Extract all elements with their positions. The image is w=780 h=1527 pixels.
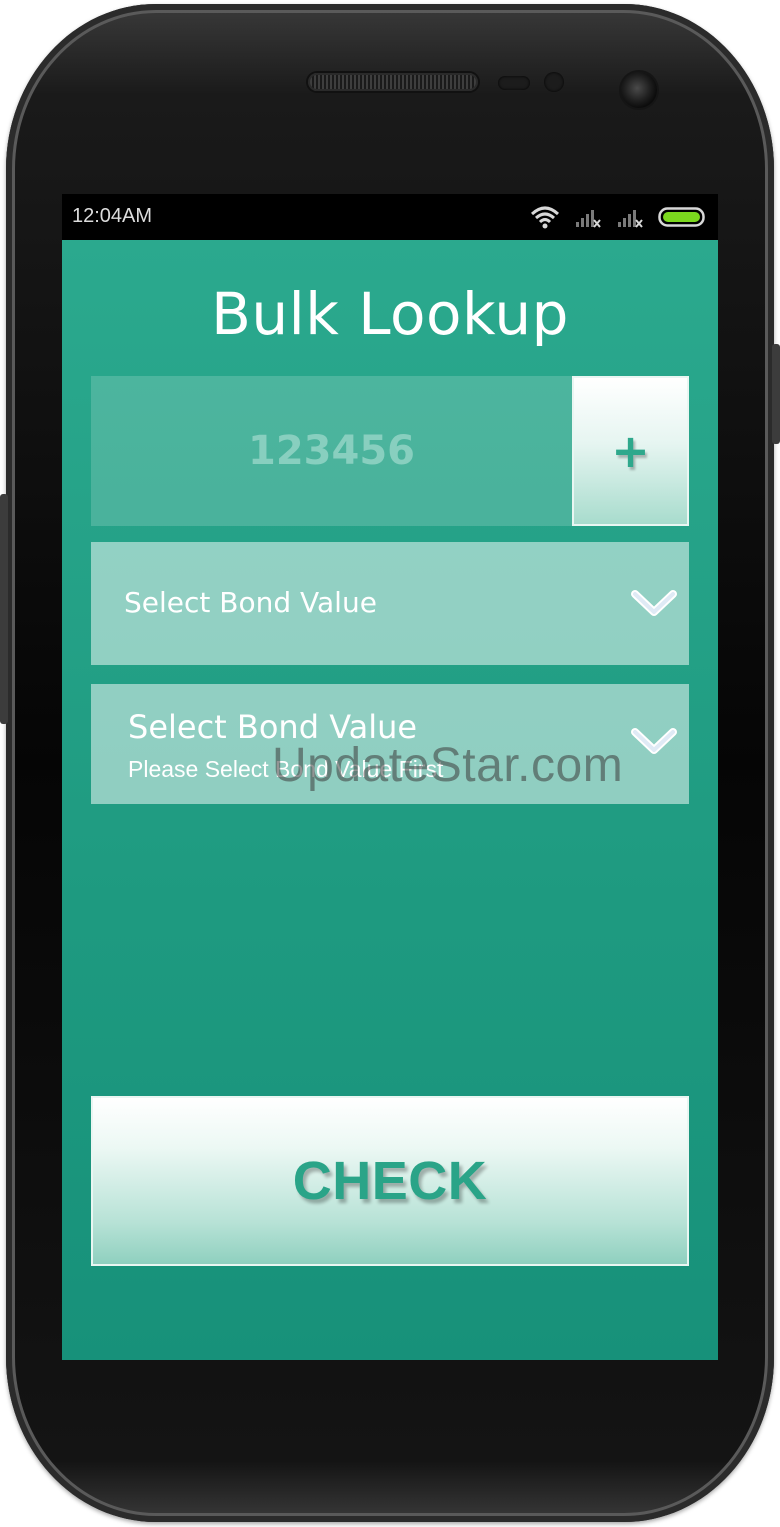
number-input-row: + <box>91 376 689 526</box>
signal-no-service-icon <box>576 210 601 228</box>
status-bar: 12:04AM <box>62 194 718 240</box>
volume-button <box>0 494 8 724</box>
signal-no-service-icon <box>618 210 643 228</box>
earpiece-speaker <box>308 73 478 91</box>
bond-number-input[interactable] <box>91 376 572 526</box>
bond-value-dropdown[interactable]: Select Bond Value <box>91 542 689 665</box>
plus-icon: + <box>611 424 650 478</box>
wifi-icon <box>530 206 560 229</box>
second-dropdown-hint: Please Select Bond Value First <box>128 756 444 782</box>
status-time: 12:04AM <box>72 205 153 227</box>
light-sensor <box>544 72 564 92</box>
power-button <box>772 344 780 444</box>
check-button[interactable]: CHECK <box>91 1096 689 1266</box>
app-screen: Bulk Lookup + Select Bond Value Select B… <box>62 240 718 1360</box>
chevron-down-icon <box>631 728 677 754</box>
bond-value-dropdown-label: Select Bond Value <box>124 586 377 619</box>
chevron-down-icon <box>631 590 677 616</box>
check-button-label: CHECK <box>292 1151 488 1211</box>
status-icons <box>530 204 708 230</box>
front-camera <box>621 72 657 108</box>
proximity-sensor <box>498 76 530 90</box>
battery-full-icon <box>658 207 705 227</box>
add-number-button[interactable]: + <box>572 376 689 526</box>
page-title: Bulk Lookup <box>211 280 569 348</box>
second-dropdown-label: Select Bond Value <box>128 708 418 746</box>
second-bond-dropdown[interactable]: Select Bond Value Please Select Bond Val… <box>91 684 689 804</box>
